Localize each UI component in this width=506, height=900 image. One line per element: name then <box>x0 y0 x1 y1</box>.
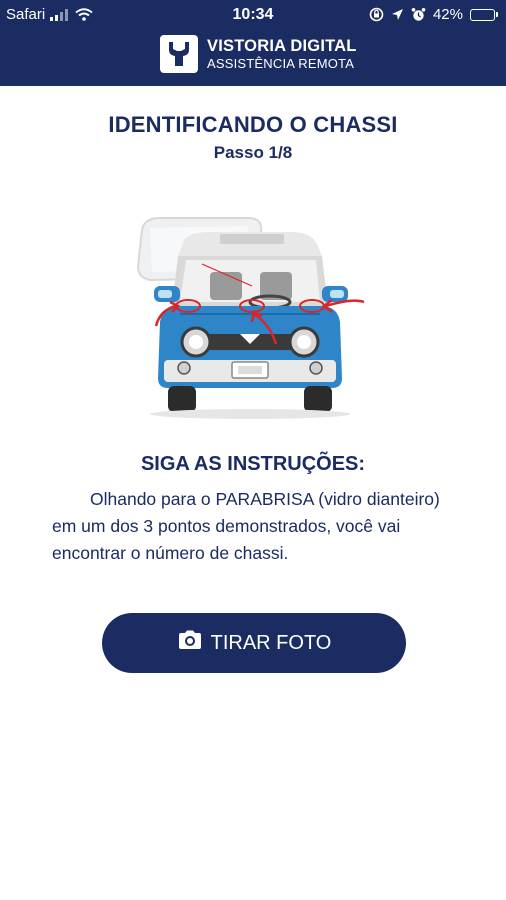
brand-logo-group: VISTORIA DIGITAL ASSISTÊNCIA REMOTA <box>160 34 357 74</box>
take-photo-button[interactable]: TIRAR FOTO <box>102 613 406 673</box>
instructions-text: Olhando para o PARABRISA (vidro dianteir… <box>52 489 440 563</box>
instructions-title: SIGA AS INSTRUÇÕES: <box>140 453 366 475</box>
car-windshield-chassis-illustration <box>120 210 380 420</box>
battery-icon <box>470 8 498 21</box>
status-bar: Safari 10:34 42% <box>0 0 506 30</box>
wrench-icon <box>160 35 198 73</box>
app-screen: Safari 10:34 42% VISTORIA DIGITAL ASSIST… <box>0 0 506 900</box>
take-photo-label: TIRAR FOTO <box>210 631 332 654</box>
camera-icon <box>177 630 203 656</box>
screen-rotation-lock-icon <box>369 7 384 22</box>
status-right: 42% <box>369 6 498 23</box>
brand-text: VISTORIA DIGITAL ASSISTÊNCIA REMOTA <box>207 38 357 71</box>
app-header: Safari 10:34 42% VISTORIA DIGITAL ASSIST… <box>0 0 506 86</box>
brand-title: VISTORIA DIGITAL <box>207 36 357 55</box>
alarm-clock-icon <box>411 7 426 22</box>
step-indicator: Passo 1/8 <box>213 143 293 162</box>
page-title: IDENTIFICANDO O CHASSI <box>108 112 398 137</box>
brand-subtitle: ASSISTÊNCIA REMOTA <box>207 56 355 72</box>
location-arrow-icon <box>391 8 404 21</box>
battery-percent: 42% <box>432 6 463 23</box>
